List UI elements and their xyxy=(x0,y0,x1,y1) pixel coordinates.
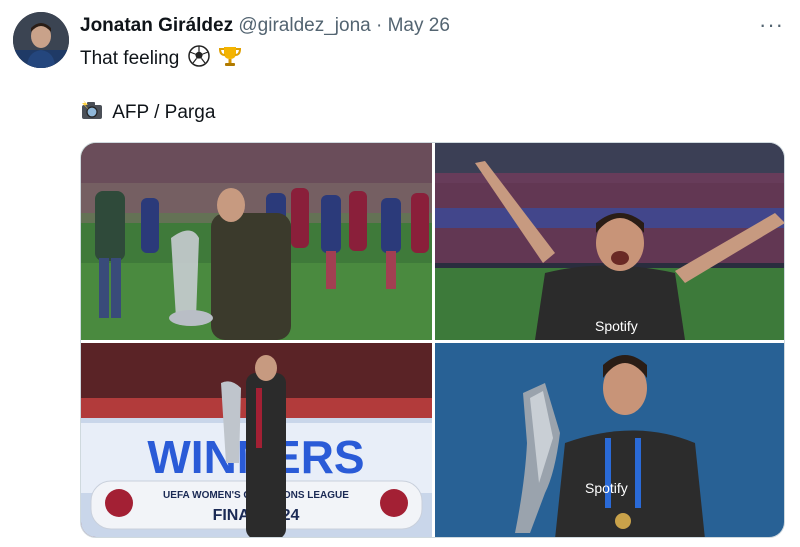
camera-with-flash-icon xyxy=(80,99,104,127)
more-options-icon[interactable]: ··· xyxy=(759,12,784,38)
tweet-header: Jonatan Giráldez @giraldez_jona · May 26 xyxy=(80,15,450,37)
author-name[interactable]: Jonatan Giráldez xyxy=(80,15,233,36)
photo-1[interactable] xyxy=(81,143,432,340)
tweet-text-line-1: That feeling xyxy=(80,44,242,74)
soccer-ball-icon xyxy=(187,45,210,73)
shirt-sponsor-text-2: Spotify xyxy=(585,480,628,496)
tweet-date[interactable]: May 26 xyxy=(388,15,450,36)
tweet-text: That feeling xyxy=(80,48,180,70)
photo-3[interactable]: WINNERS UEFA WOMEN'S CHAMPIONS LEAGUE FI… xyxy=(81,343,432,537)
separator-dot: · xyxy=(376,15,383,36)
author-handle[interactable]: @giraldez_jona xyxy=(238,15,370,36)
photo-credit-text: AFP / Parga xyxy=(112,102,216,124)
photo-4[interactable]: Spotify xyxy=(435,343,784,537)
avatar[interactable] xyxy=(13,12,69,68)
shirt-sponsor-text: Spotify xyxy=(595,318,638,334)
tweet-text-line-2: AFP / Parga xyxy=(80,99,215,127)
media-grid: Spotify WINNERS UEFA WOMEN'S CHAMPIONS L… xyxy=(80,142,785,538)
trophy-icon xyxy=(218,44,242,74)
photo-2[interactable]: Spotify xyxy=(435,143,784,340)
